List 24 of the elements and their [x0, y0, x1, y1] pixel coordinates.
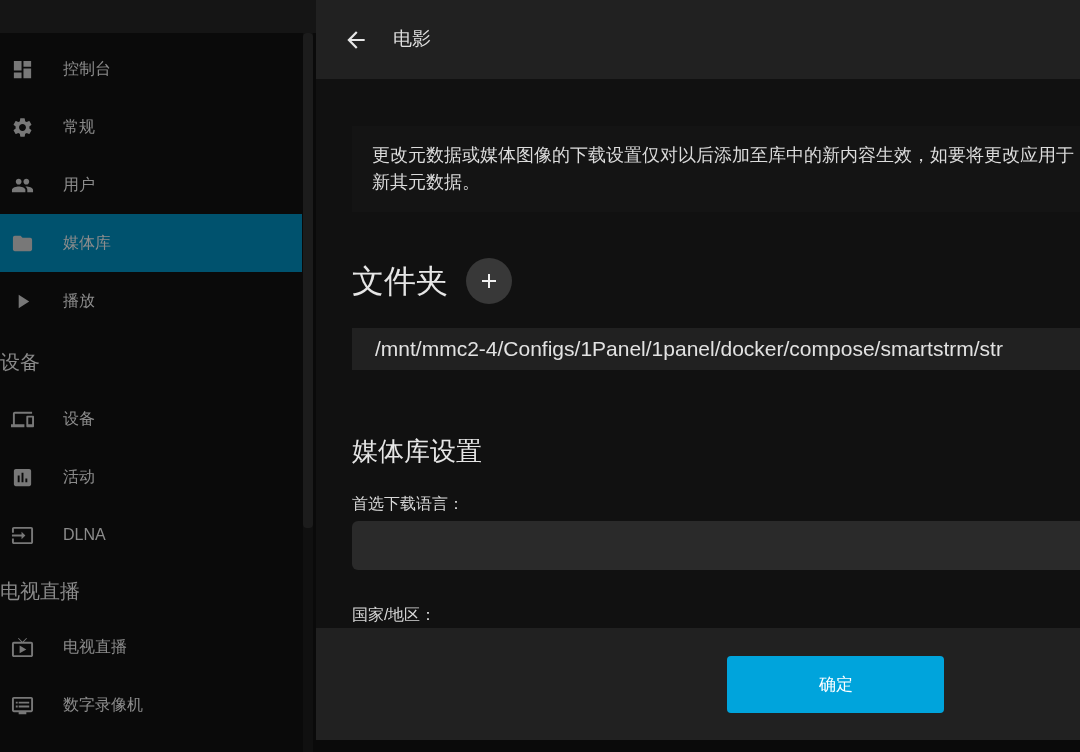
dialog-title: 电影: [393, 27, 431, 52]
field-label: 国家/地区：: [352, 605, 437, 625]
tv-icon: [11, 635, 34, 659]
sidebar-item[interactable]: 设备: [0, 390, 302, 448]
section-heading: 电视直播: [0, 579, 80, 604]
sidebar-item[interactable]: 用户: [0, 156, 302, 214]
description-text: 更改元数据或媒体图像的下载设置仅对以后添加至库中的新内容生效，如要将更改应用于 新其元数据。: [372, 144, 1074, 194]
plus-icon: [482, 274, 496, 288]
folders-heading: 文件夹: [352, 262, 448, 301]
sidebar-item[interactable]: 活动: [0, 448, 302, 506]
sidebar-item[interactable]: 数字录像机: [0, 676, 302, 734]
sidebar-item[interactable]: 常规: [0, 98, 302, 156]
section-heading: 设备: [0, 350, 40, 375]
sidebar-item[interactable]: 播放: [0, 272, 302, 330]
sidebar-item[interactable]: 控制台: [0, 40, 302, 98]
add-folder-button[interactable]: [466, 258, 512, 304]
language-select-field[interactable]: [352, 521, 1080, 570]
settings-icon: [11, 115, 34, 139]
section-heading: 媒体库设置: [352, 435, 482, 468]
sidebar-item[interactable]: DLNA: [0, 506, 302, 564]
sidebar-item[interactable]: 电视直播: [0, 618, 302, 676]
scrollbar[interactable]: [303, 33, 313, 752]
folder-path-item[interactable]: /mnt/mmc2-4/Configs/1Panel/1panel/docker/compose/smartstrm/str: [352, 328, 1080, 370]
field-label: 首选下载语言：: [352, 494, 464, 514]
